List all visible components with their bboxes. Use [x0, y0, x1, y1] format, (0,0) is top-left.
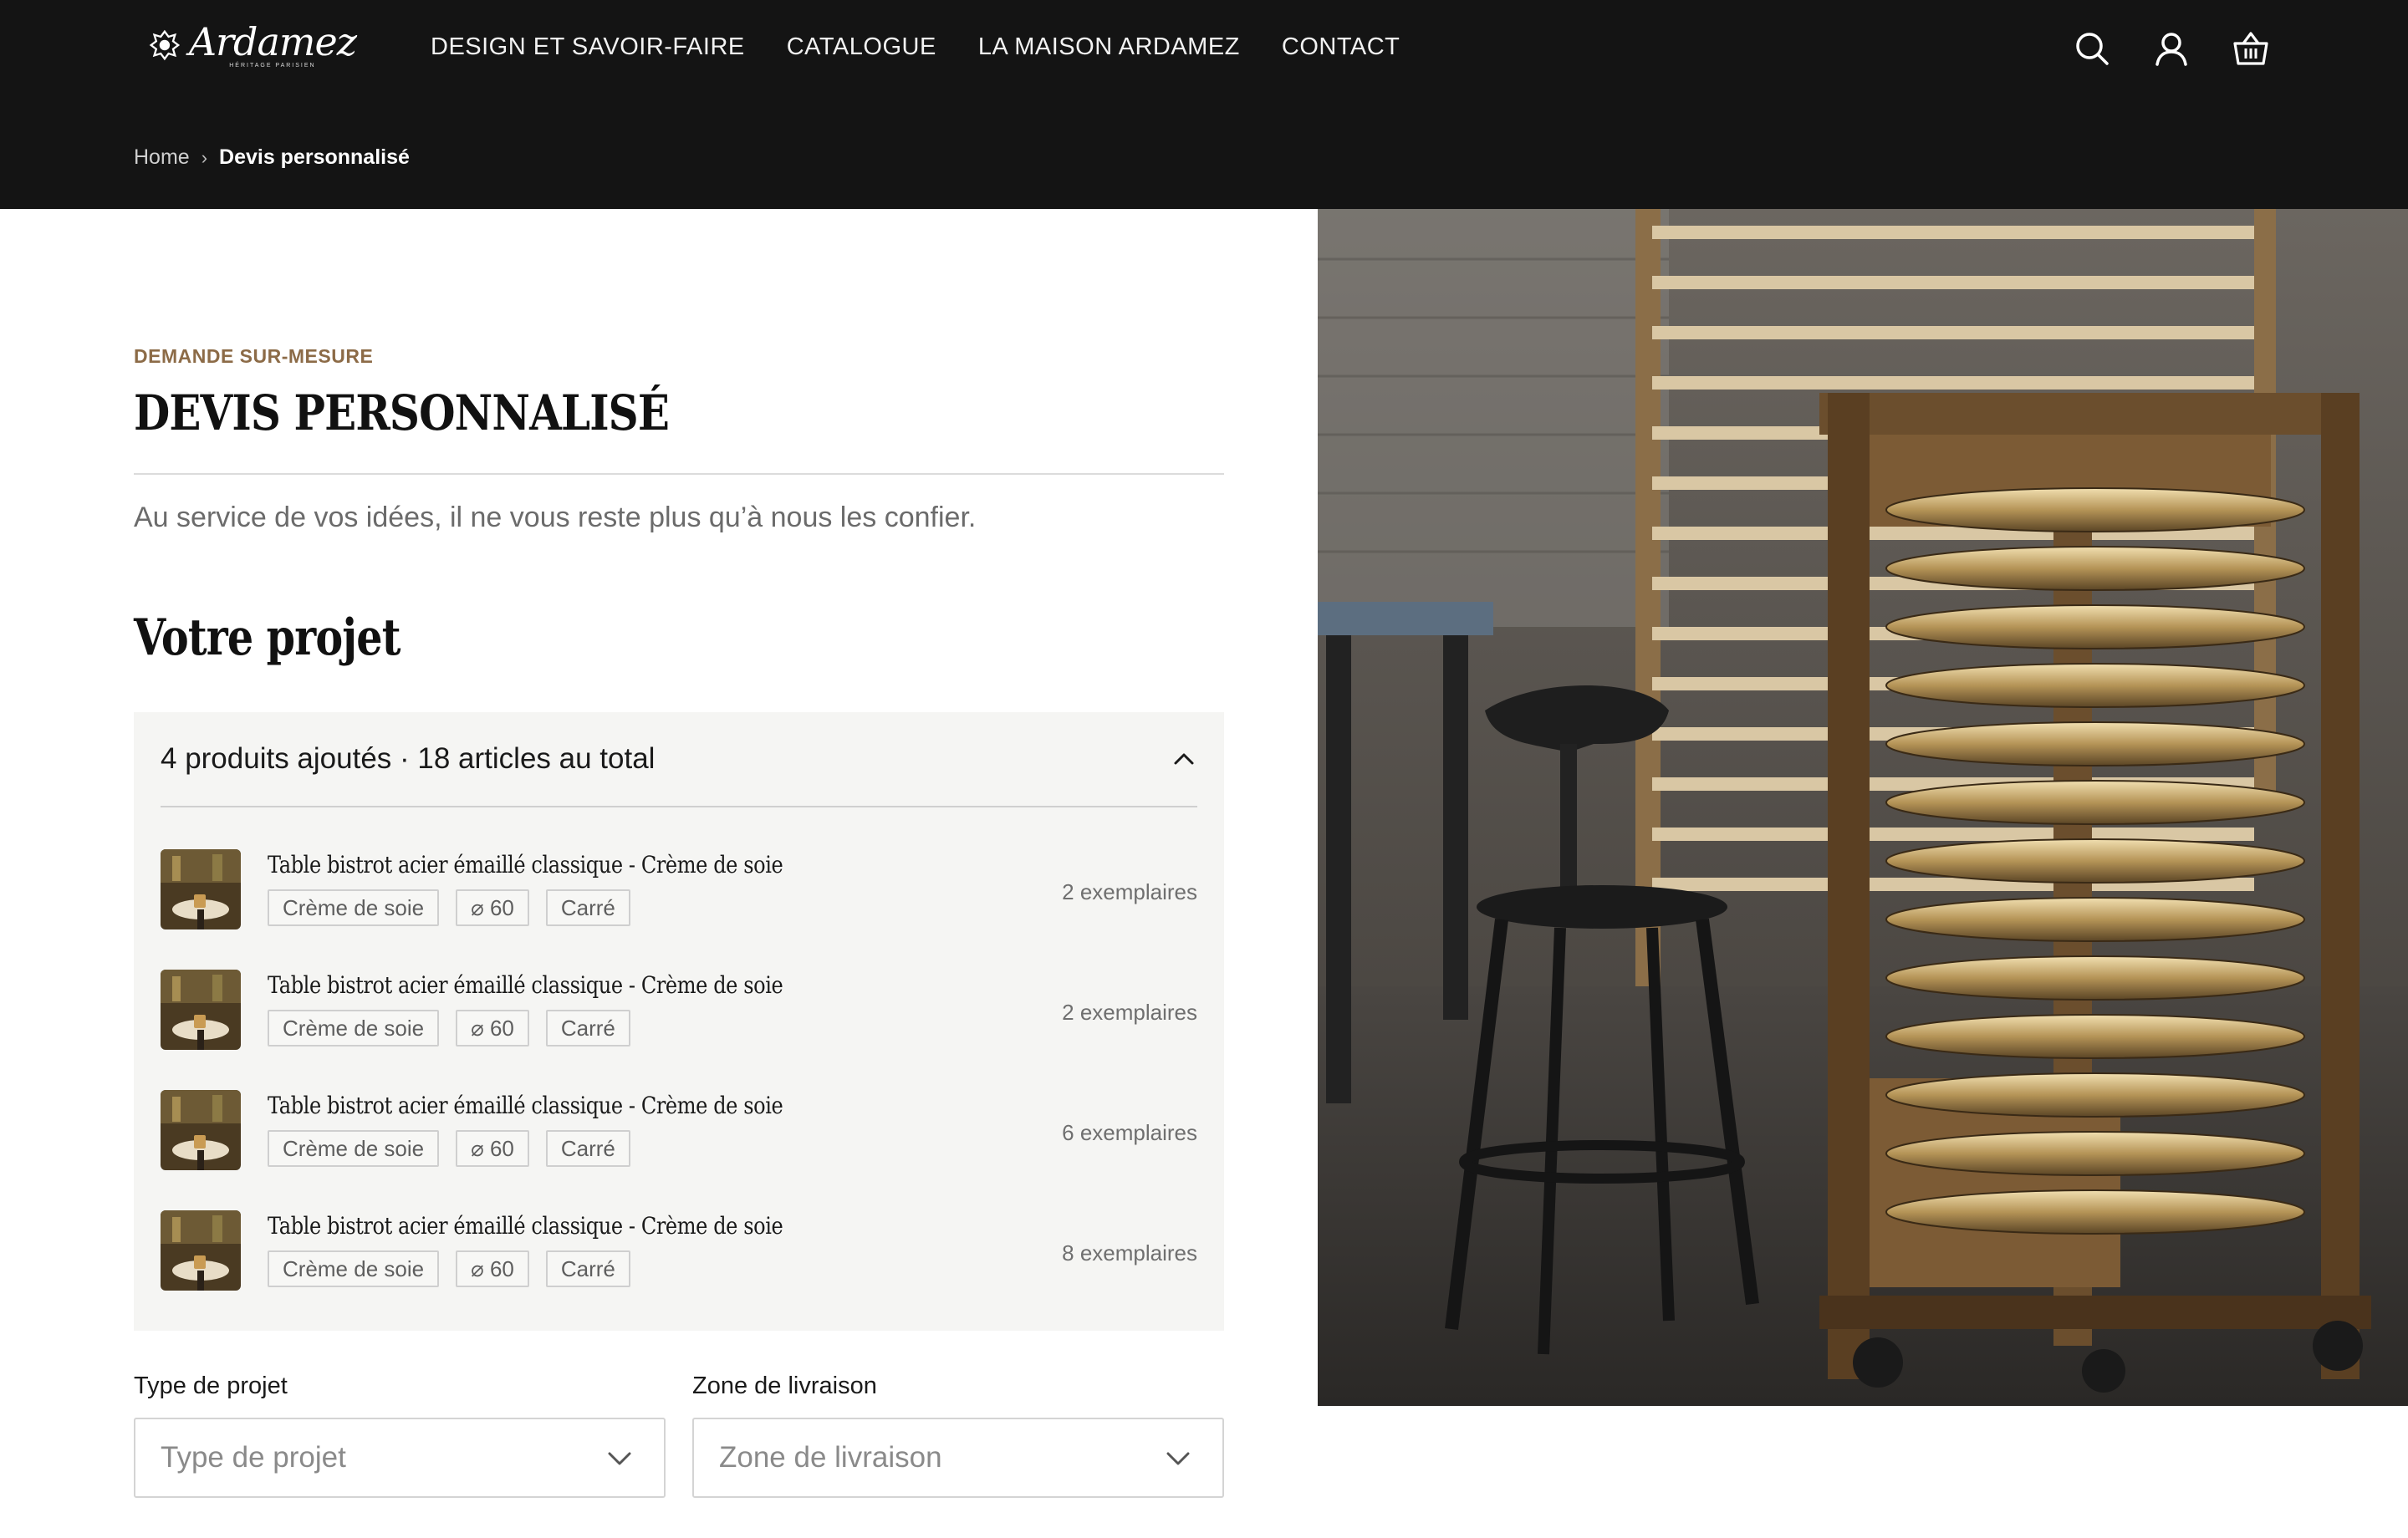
product-row[interactable]: Table bistrot acier émaillé classique - … — [161, 970, 1197, 1050]
product-thumbnail — [161, 970, 241, 1050]
project-panel: 4 produits ajoutés · 18 articles au tota… — [134, 712, 1224, 1331]
product-name: Table bistrot acier émaillé classique - … — [268, 1092, 783, 1119]
header-actions — [2072, 28, 2271, 69]
project-type-label: Type de projet — [134, 1372, 288, 1399]
nav-item-design[interactable]: DESIGN ET SAVOIR-FAIRE — [431, 33, 745, 61]
product-thumbnail — [161, 1210, 241, 1291]
product-row[interactable]: Table bistrot acier émaillé classique - … — [161, 1210, 1197, 1291]
chevron-down-icon — [608, 1452, 631, 1465]
product-tag-color: Crème de soie — [268, 1250, 440, 1287]
product-tag-shape: Carré — [545, 1010, 630, 1047]
product-photo — [161, 1210, 241, 1291]
product-tags: Crème de soie ⌀ 60 Carré — [268, 1250, 630, 1287]
page-title: DEVIS PERSONNALISÉ — [134, 384, 670, 441]
brand-tagline: HÉRITAGE PARISIEN — [229, 62, 316, 69]
product-name: Table bistrot acier émaillé classique - … — [268, 971, 783, 999]
breadcrumb-separator: › — [201, 146, 208, 168]
product-photo — [161, 849, 241, 929]
nav-item-maison[interactable]: LA MAISON ARDAMEZ — [978, 33, 1240, 61]
product-row[interactable]: Table bistrot acier émaillé classique - … — [161, 1090, 1197, 1170]
page-eyebrow: DEMANDE SUR-MESURE — [134, 345, 374, 367]
title-divider — [134, 473, 1224, 475]
chevron-down-icon — [1166, 1452, 1190, 1465]
product-tag-diameter: ⌀ 60 — [456, 889, 529, 926]
breadcrumb-current: Devis personnalisé — [219, 145, 410, 169]
product-tag-color: Crème de soie — [268, 1010, 440, 1047]
project-type-placeholder: Type de projet — [161, 1441, 346, 1474]
product-tag-color: Crème de soie — [268, 889, 440, 926]
brand-wordmark: Ardamez HÉRITAGE PARISIEN — [188, 18, 357, 69]
nav-item-catalogue[interactable]: CATALOGUE — [787, 33, 936, 61]
basket-icon[interactable] — [2231, 28, 2271, 69]
product-tag-shape: Carré — [545, 889, 630, 926]
crest-icon — [149, 29, 181, 61]
main-nav: DESIGN ET SAVOIR-FAIRE CATALOGUE LA MAIS… — [431, 33, 1400, 61]
product-row[interactable]: Table bistrot acier émaillé classique - … — [161, 849, 1197, 929]
product-tag-diameter: ⌀ 60 — [456, 1130, 529, 1167]
product-name: Table bistrot acier émaillé classique - … — [268, 1212, 783, 1240]
delivery-zone-placeholder: Zone de livraison — [719, 1441, 942, 1474]
product-tag-diameter: ⌀ 60 — [456, 1010, 529, 1047]
project-type-select[interactable]: Type de projet — [134, 1418, 666, 1498]
nav-item-contact[interactable]: CONTACT — [1282, 33, 1400, 61]
product-tag-shape: Carré — [545, 1130, 630, 1167]
product-thumbnail — [161, 849, 241, 929]
chevron-up-icon — [1174, 753, 1194, 765]
project-summary-toggle[interactable]: 4 produits ajoutés · 18 articles au tota… — [161, 712, 1197, 807]
account-icon[interactable] — [2151, 28, 2191, 69]
product-photo — [161, 970, 241, 1050]
project-summary: 4 produits ajoutés · 18 articles au tota… — [161, 742, 656, 775]
product-tag-color: Crème de soie — [268, 1130, 440, 1167]
product-tags: Crème de soie ⌀ 60 Carré — [268, 1130, 630, 1167]
product-tag-shape: Carré — [545, 1250, 630, 1287]
breadcrumb: Home › Devis personnalisé — [134, 145, 410, 170]
product-photo — [161, 1090, 241, 1170]
workshop-photo — [1318, 209, 2408, 1406]
product-tags: Crème de soie ⌀ 60 Carré — [268, 889, 630, 926]
section-title-project: Votre projet — [134, 609, 401, 667]
breadcrumb-home-link[interactable]: Home — [134, 145, 190, 170]
delivery-zone-select[interactable]: Zone de livraison — [692, 1418, 1224, 1498]
delivery-zone-label: Zone de livraison — [692, 1372, 877, 1399]
product-name: Table bistrot acier émaillé classique - … — [268, 851, 783, 878]
brand-name: Ardamez — [188, 18, 357, 64]
page-intro: Au service de vos idées, il ne vous rest… — [134, 502, 977, 533]
product-quantity: 2 exemplaires — [1062, 879, 1197, 904]
search-icon[interactable] — [2072, 28, 2112, 69]
product-thumbnail — [161, 1090, 241, 1170]
product-quantity: 8 exemplaires — [1062, 1240, 1197, 1266]
product-tags: Crème de soie ⌀ 60 Carré — [268, 1010, 630, 1047]
workshop-illustration — [1318, 209, 2408, 1406]
site-header: Ardamez HÉRITAGE PARISIEN DESIGN ET SAVO… — [0, 0, 2408, 209]
product-quantity: 2 exemplaires — [1062, 1000, 1197, 1025]
product-tag-diameter: ⌀ 60 — [456, 1250, 529, 1287]
brand-logo[interactable]: Ardamez HÉRITAGE PARISIEN — [147, 18, 357, 72]
product-quantity: 6 exemplaires — [1062, 1120, 1197, 1145]
